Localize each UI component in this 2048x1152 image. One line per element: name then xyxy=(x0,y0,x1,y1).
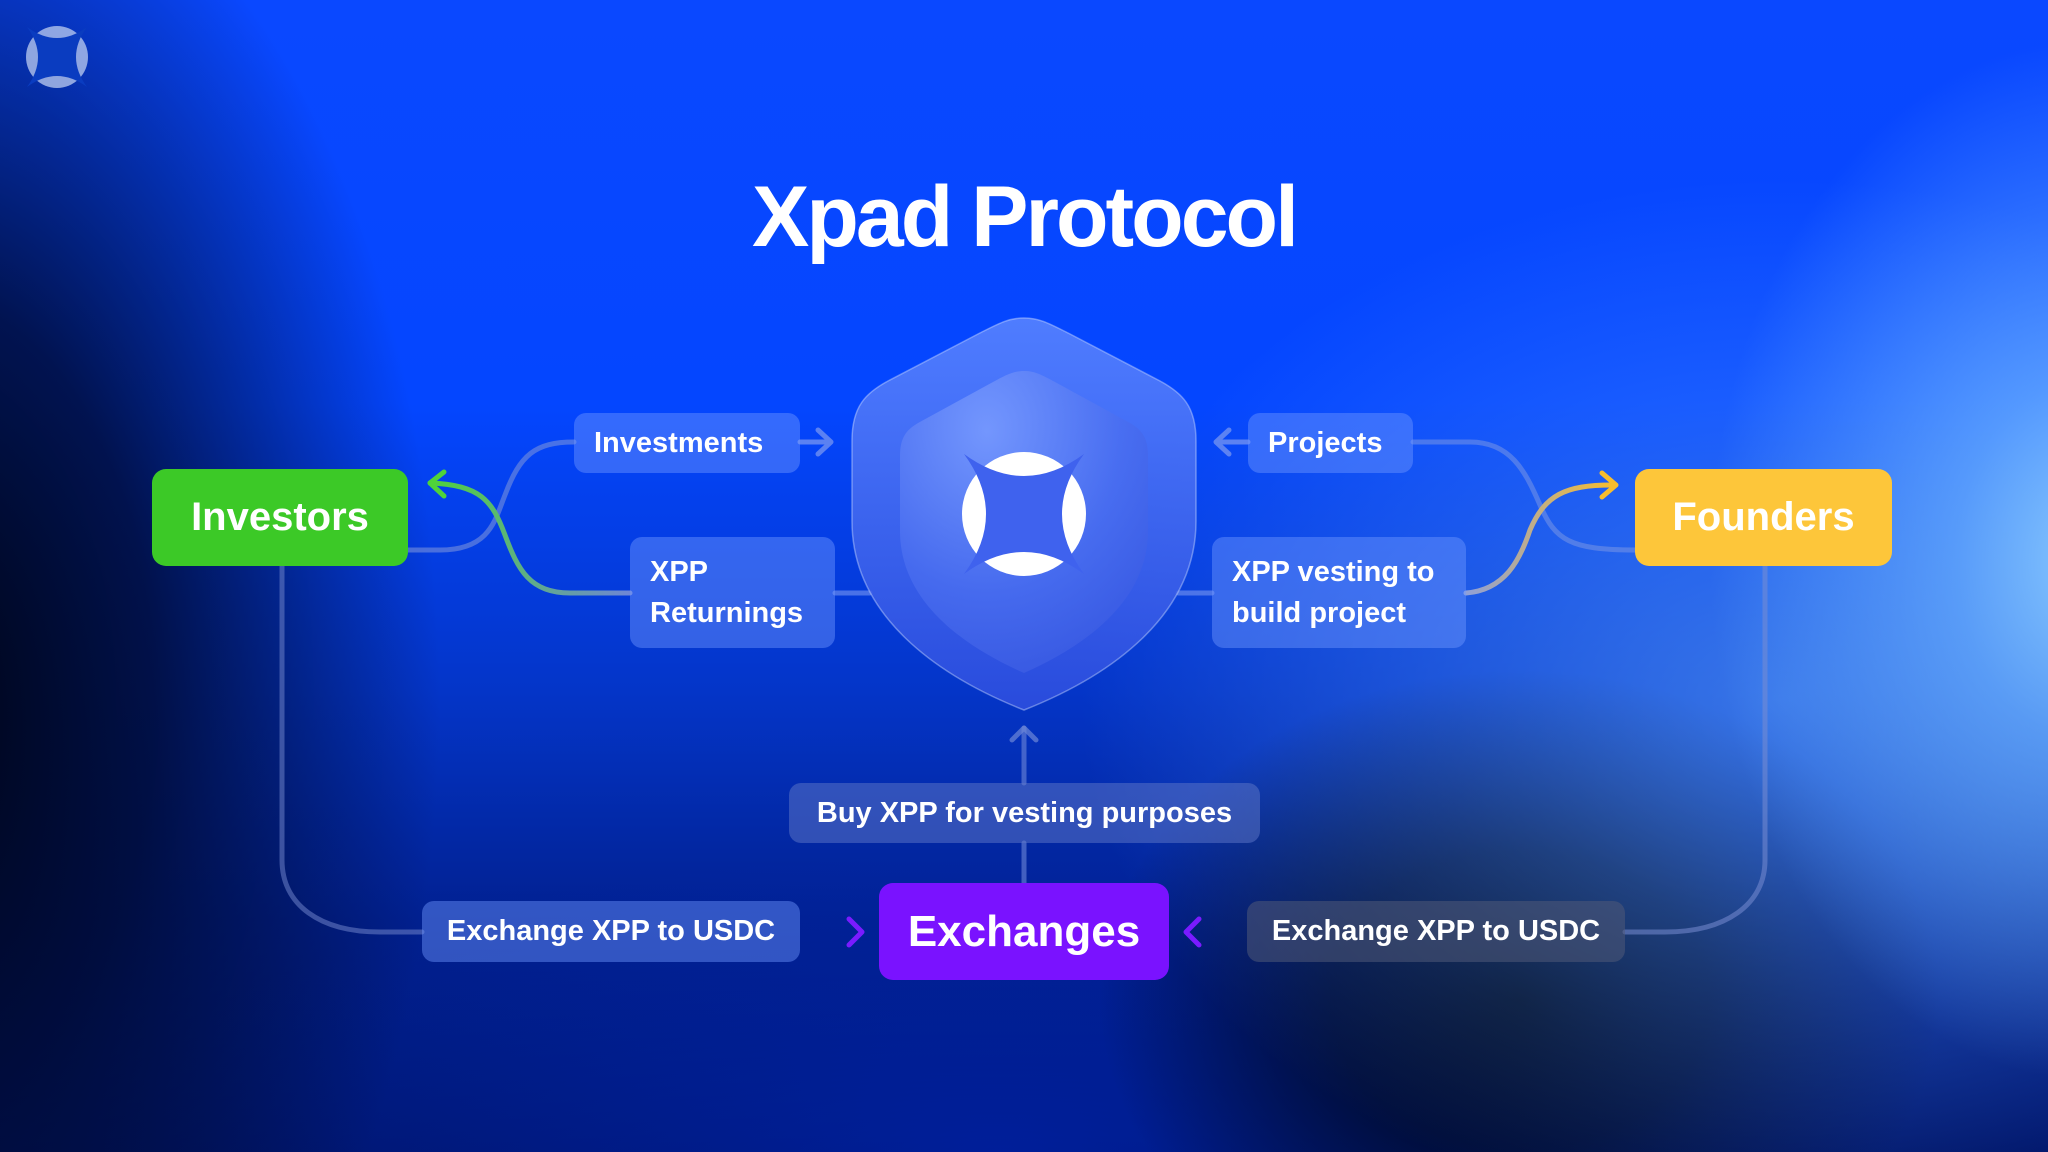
investors-label: Investors xyxy=(191,495,369,539)
investments-label: Investments xyxy=(574,413,800,473)
investors-node: Investors xyxy=(152,469,408,566)
xpad-logo-icon xyxy=(962,452,1086,576)
arrow-projects xyxy=(1213,427,1251,457)
connector-founders-exchange xyxy=(1622,563,1768,935)
arrow-investments xyxy=(797,427,834,457)
founders-label: Founders xyxy=(1672,495,1855,539)
projects-label: Projects xyxy=(1248,413,1413,473)
connector-investors-exchange xyxy=(279,563,425,935)
exchanges-label: Exchanges xyxy=(907,906,1141,956)
founders-node: Founders xyxy=(1635,469,1892,566)
xpp-vesting-label: XPP vesting to build project xyxy=(1212,537,1466,648)
exchange-right-label: Exchange XPP to USDC xyxy=(1247,901,1625,962)
exchanges-node: Exchanges xyxy=(879,883,1169,980)
xpp-returnings-label: XPP Returnings xyxy=(630,537,835,648)
connector-xpp-returnings xyxy=(427,480,633,596)
connector-investments xyxy=(405,439,577,553)
exchange-left-label: Exchange XPP to USDC xyxy=(422,901,800,962)
buy-xpp-label: Buy XPP for vesting purposes xyxy=(789,783,1260,843)
